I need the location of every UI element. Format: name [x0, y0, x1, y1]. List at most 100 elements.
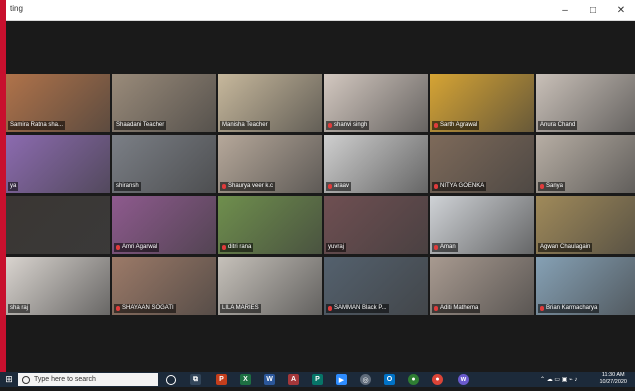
participant-tile[interactable]: Amri Agarwal — [112, 196, 216, 254]
participant-tile[interactable]: Shaurya veer k.c — [218, 135, 322, 193]
muted-mic-icon — [434, 306, 438, 311]
minimize-button[interactable]: – — [551, 0, 579, 20]
participant-name-label: SHAYAAN SOGATI — [114, 304, 176, 313]
participant-tile[interactable]: Aditi Mathema — [430, 257, 534, 315]
search-placeholder: Type here to search — [34, 376, 96, 383]
participant-name: Agwan Chaulagain — [540, 244, 591, 250]
participant-tile[interactable]: NITYA GOENKA — [430, 135, 534, 193]
participant-tile[interactable]: ya — [6, 135, 110, 193]
muted-mic-icon — [540, 184, 544, 189]
access-icon[interactable]: A — [288, 374, 299, 385]
muted-mic-icon — [328, 306, 332, 311]
participant-name-label: Anura Chand — [538, 121, 578, 130]
participant-tile[interactable]: Manisha Teacher — [218, 74, 322, 132]
participant-tile[interactable]: Shaadani Teacher — [112, 74, 216, 132]
task-view-icon[interactable]: ⧉ — [190, 374, 201, 385]
clock-date: 10/27/2020 — [599, 379, 627, 385]
excel-icon[interactable]: X — [240, 374, 251, 385]
participant-tile[interactable] — [6, 196, 110, 254]
muted-mic-icon — [540, 306, 544, 311]
participant-video — [6, 196, 110, 254]
participant-tile[interactable]: Sanya — [536, 135, 635, 193]
participant-tile[interactable]: Brian Karmacharya — [536, 257, 635, 315]
participant-tile[interactable]: SAMMAN Black P... — [324, 257, 428, 315]
participant-name-label: araav — [326, 182, 352, 191]
clock[interactable]: 11:30 AM 10/27/2020 — [599, 372, 627, 386]
participant-name: SHAYAAN SOGATI — [122, 305, 174, 311]
muted-mic-icon — [222, 245, 226, 250]
participant-name: araav — [334, 183, 350, 189]
participant-name-label: Amri Agarwal — [114, 243, 160, 252]
participant-name: Manisha Teacher — [222, 122, 268, 128]
participant-name: Samira Ratna sha... — [10, 122, 64, 128]
word-icon[interactable]: W — [264, 374, 275, 385]
participant-tile[interactable]: Sarth Agrawal — [430, 74, 534, 132]
participant-name: ditri rana — [228, 244, 252, 250]
participant-tile[interactable]: Samira Ratna sha... — [6, 74, 110, 132]
browser-icon[interactable]: ● — [432, 374, 443, 385]
participant-name-label: Aditi Mathema — [432, 304, 481, 313]
app-icon[interactable]: ◎ — [360, 374, 371, 385]
zoom-icon[interactable]: ▶ — [336, 374, 347, 385]
muted-mic-icon — [116, 245, 120, 250]
participant-name: Sanya — [546, 183, 564, 189]
title-bar: ting – □ ✕ — [6, 0, 635, 21]
muted-mic-icon — [434, 123, 438, 128]
participant-name: Amri Agarwal — [122, 244, 158, 250]
participant-name-label: yuvraj — [326, 243, 347, 252]
muted-mic-icon — [434, 245, 438, 250]
tray-icons[interactable]: ⌃ ☁ ▭ ▣ ⌁ ♪ — [540, 376, 577, 391]
cortana-icon[interactable] — [166, 375, 176, 385]
participant-tile[interactable]: SHAYAAN SOGATI — [112, 257, 216, 315]
taskbar: ⊞ Type here to search ⧉ P X W A P ▶ ◎ O … — [0, 372, 635, 387]
participant-name-label: Samira Ratna sha... — [8, 121, 66, 130]
participant-name: NITYA GOENKA — [440, 183, 485, 189]
muted-mic-icon — [328, 184, 332, 189]
participant-name-label: NITYA GOENKA — [432, 182, 487, 191]
publisher-icon[interactable]: P — [312, 374, 323, 385]
participant-tile[interactable]: LILA MARIES — [218, 257, 322, 315]
powerpoint-icon[interactable]: P — [216, 374, 227, 385]
participant-name: Aman — [440, 244, 456, 250]
participant-name: LILA MARIES — [222, 305, 259, 311]
chrome-icon[interactable]: ● — [408, 374, 419, 385]
participant-name: shanvi singh — [334, 122, 368, 128]
clock-time: 11:30 AM — [601, 372, 625, 378]
outlook-icon[interactable]: O — [384, 374, 395, 385]
participant-tile[interactable]: sha raj — [6, 257, 110, 315]
participant-tile[interactable]: Anura Chand — [536, 74, 635, 132]
muted-mic-icon — [116, 306, 120, 311]
close-button[interactable]: ✕ — [607, 0, 635, 20]
participant-name: Sarth Agrawal — [440, 122, 478, 128]
participant-name: Shaadani Teacher — [116, 122, 165, 128]
muted-mic-icon — [434, 184, 438, 189]
muted-mic-icon — [222, 184, 226, 189]
participant-tile[interactable]: Agwan Chaulagain — [536, 196, 635, 254]
muted-mic-icon — [328, 123, 332, 128]
participant-name-label: Shaurya veer k.c — [220, 182, 276, 191]
taskbar-search-box[interactable]: Type here to search — [18, 373, 158, 386]
participant-name: Brian Karmacharya — [546, 305, 598, 311]
participant-name: sha raj — [10, 305, 29, 311]
maximize-button[interactable]: □ — [579, 0, 607, 20]
participant-tile[interactable]: Aman — [430, 196, 534, 254]
participant-name-label: Shaadani Teacher — [114, 121, 167, 130]
participant-tile[interactable]: shiransh — [112, 135, 216, 193]
participant-name-label: shanvi singh — [326, 121, 370, 130]
participant-name-label: Manisha Teacher — [220, 121, 270, 130]
participant-video — [6, 135, 110, 193]
participant-name: Aditi Mathema — [440, 305, 479, 311]
participant-tile[interactable]: yuvraj — [324, 196, 428, 254]
participant-name-label: LILA MARIES — [220, 304, 261, 313]
windows-start-button[interactable]: ⊞ — [0, 372, 18, 387]
window-title: ting — [10, 4, 23, 13]
participant-tile[interactable]: shanvi singh — [324, 74, 428, 132]
participant-name-label: SAMMAN Black P... — [326, 304, 389, 313]
participant-name-label: ya — [8, 182, 19, 191]
participant-tile[interactable]: araav — [324, 135, 428, 193]
participant-name: yuvraj — [328, 244, 345, 250]
participant-tile[interactable]: ditri rana — [218, 196, 322, 254]
app2-icon[interactable]: w — [458, 374, 469, 385]
participant-name: Anura Chand — [540, 122, 576, 128]
participant-name-label: Agwan Chaulagain — [538, 243, 593, 252]
